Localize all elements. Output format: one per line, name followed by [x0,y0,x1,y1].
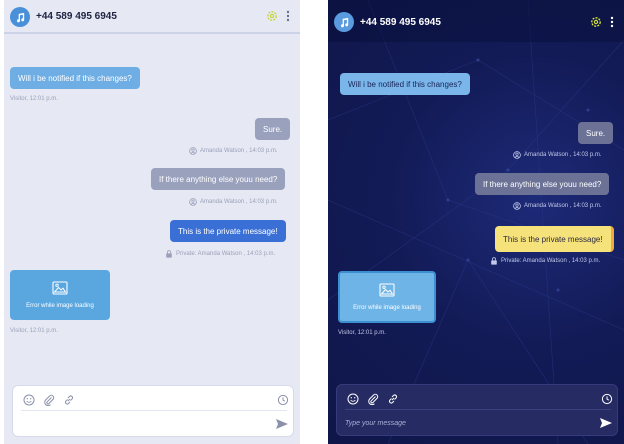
message-text: This is the private message! [503,234,603,244]
send-icon[interactable] [599,417,613,429]
meta-text: Amanda Watson , 14:03 p.m. [524,203,602,209]
image-error-attachment[interactable]: Error while image loading [10,270,110,320]
agent-message: Sure. [578,122,614,144]
image-error-attachment[interactable]: Error while image loading [338,271,436,323]
attach-icon[interactable] [367,393,379,405]
user-circle-icon [513,151,521,159]
message-text: Sure. [263,124,283,134]
network-background [328,0,624,444]
message-composer [12,385,294,437]
meta-text: Visitor, 12:01 p.m. [10,96,58,102]
link-icon[interactable] [387,393,399,405]
contact-avatar[interactable] [334,12,354,32]
visitor-message: Will i be notified if this changes? [10,67,140,89]
music-note-icon [16,12,24,22]
meta-text: Private: Amanda Watson , 14:03 p.m. [176,251,276,257]
lock-icon [491,257,497,265]
contact-avatar[interactable] [10,7,30,27]
emoji-icon[interactable] [23,394,35,406]
message-meta: Visitor, 12:01 p.m. [10,328,58,334]
attach-icon[interactable] [43,394,55,406]
message-text: Will i be notified if this changes? [348,79,462,89]
message-text: If there anything else youu need? [159,174,278,184]
chat-panel-dark: +44 589 495 6945 Will i be notified if t… [328,0,624,444]
message-meta: Amanda Watson , 14:03 p.m. [513,202,601,210]
message-composer [336,384,618,436]
send-icon[interactable] [275,418,289,430]
kebab-menu-icon[interactable] [286,10,290,22]
message-text: Will i be notified if this changes? [18,73,132,83]
meta-text: Amanda Watson , 14:03 p.m. [200,199,278,205]
composer-divider [345,409,611,410]
agent-message: If there anything else youu need? [151,168,286,190]
user-circle-icon [189,198,197,206]
agent-message: Sure. [255,118,291,140]
message-text: This is the private message! [178,226,278,236]
message-meta: Private: Amanda Watson , 14:03 p.m. [165,250,275,258]
clock-icon[interactable] [601,393,613,405]
message-meta: Visitor, 12:01 p.m. [338,330,386,336]
contact-phone: +44 589 495 6945 [360,17,441,28]
meta-text: Amanda Watson , 14:03 p.m. [524,152,602,158]
message-meta: Private: Amanda Watson , 14:03 p.m. [490,257,600,265]
message-input[interactable] [345,415,585,431]
message-meta: Visitor, 12:01 p.m. [10,96,58,102]
private-message: This is the private message! [170,220,286,242]
message-meta: Amanda Watson , 14:03 p.m. [189,198,277,206]
image-icon [52,281,68,295]
emoji-icon[interactable] [347,393,359,405]
user-circle-icon [513,202,521,210]
image-error-text: Error while image loading [353,305,421,311]
image-error-text: Error while image loading [26,303,94,309]
meta-text: Private: Amanda Watson , 14:03 p.m. [501,258,601,264]
link-icon[interactable] [63,394,75,406]
user-circle-icon [189,147,197,155]
message-meta: Amanda Watson , 14:03 p.m. [189,147,277,155]
message-text: If there anything else youu need? [483,179,602,189]
kebab-menu-icon[interactable] [610,16,614,28]
meta-text: Visitor, 12:01 p.m. [338,330,386,336]
gear-icon[interactable] [266,10,278,22]
contact-phone: +44 589 495 6945 [36,11,117,22]
image-icon [379,283,395,297]
lock-icon [166,250,172,258]
message-input[interactable] [21,416,261,432]
chat-header: +44 589 495 6945 [328,0,624,42]
private-message: This is the private message! [495,226,614,252]
meta-text: Visitor, 12:01 p.m. [10,328,58,334]
chat-panel-light: +44 589 495 6945 Will i be notified if t… [4,0,300,444]
visitor-message: Will i be notified if this changes? [340,73,470,95]
gear-icon[interactable] [590,16,602,28]
chat-header: +44 589 495 6945 [4,0,300,34]
clock-icon[interactable] [277,394,289,406]
music-note-icon [340,17,348,27]
meta-text: Amanda Watson , 14:03 p.m. [200,148,278,154]
composer-divider [21,410,287,411]
message-meta: Amanda Watson , 14:03 p.m. [513,151,601,159]
message-text: Sure. [586,128,606,138]
agent-message: If there anything else youu need? [475,173,610,195]
